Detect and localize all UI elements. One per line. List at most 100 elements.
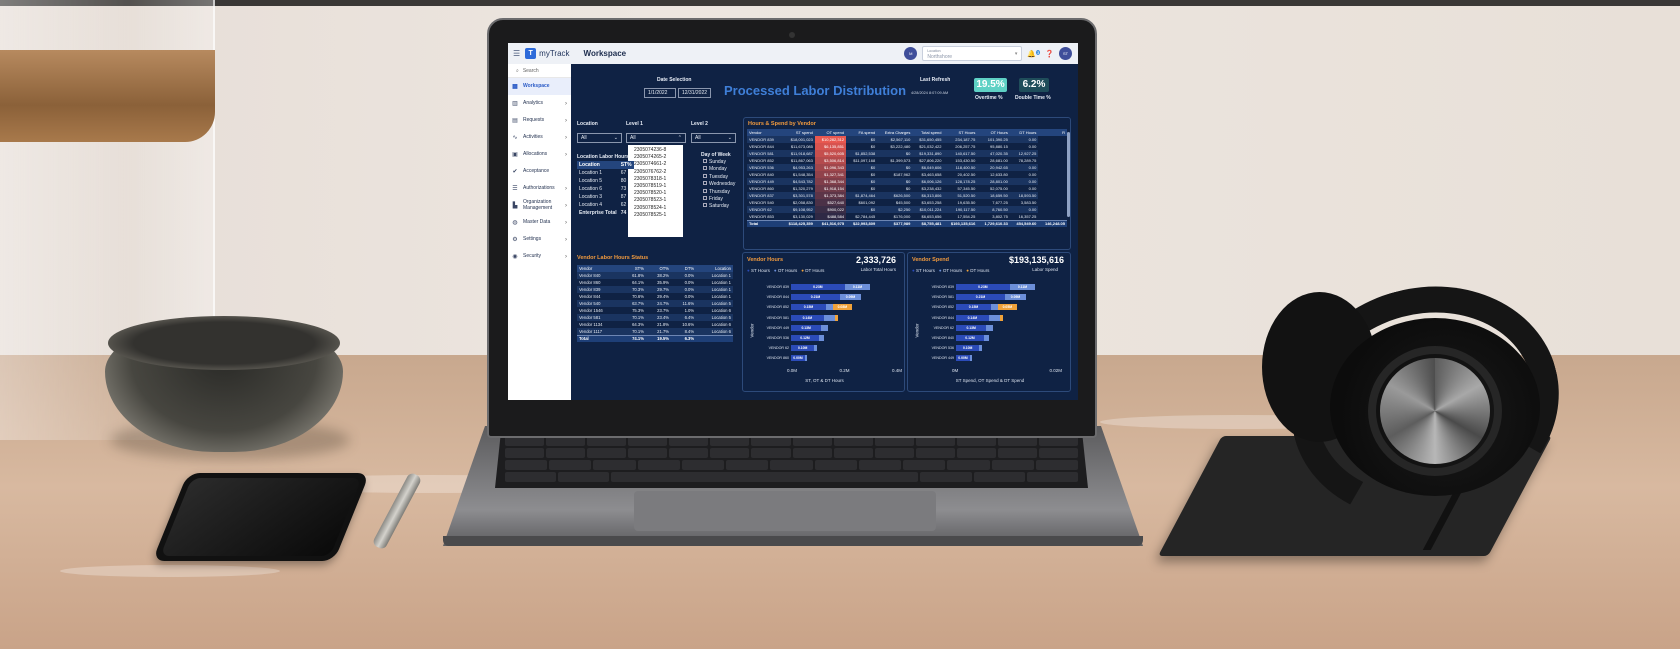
- day-checkbox[interactable]: Monday: [703, 166, 735, 173]
- bar-segment[interactable]: [1000, 314, 1003, 321]
- column-header[interactable]: ST spend: [781, 129, 815, 136]
- column-header[interactable]: OT%: [645, 265, 672, 272]
- day-checkbox[interactable]: Sunday: [703, 159, 735, 166]
- bar-segment[interactable]: 0.21M: [791, 294, 840, 301]
- date-from-input[interactable]: 1/1/2022: [644, 88, 676, 98]
- bar-segment[interactable]: [805, 355, 808, 362]
- sidebar-item-acceptance[interactable]: ✔ Acceptance: [508, 163, 571, 180]
- sidebar-item-activities[interactable]: ∿ Activities ›: [508, 129, 571, 146]
- table-row[interactable]: VENDOR 449 $4,543,782 $1,368,344 $0 $0 $6,006…: [747, 178, 1067, 185]
- table-row[interactable]: Vendor 581 70.1% 23.4% 6.4% Location 5: [577, 314, 733, 321]
- level1-option[interactable]: 2305074265-2: [634, 154, 677, 161]
- column-header[interactable]: DT%: [671, 265, 697, 272]
- column-header[interactable]: Vendor: [747, 129, 782, 136]
- bar-segment[interactable]: [814, 345, 817, 352]
- table-row[interactable]: VENDOR 840 $1,548,354 $1,327,341 $0 $187,962…: [747, 171, 1067, 178]
- table-row[interactable]: Vendor 1134 64.3% 21.8% 10.6% Location 6: [577, 321, 733, 328]
- bar-segment[interactable]: [986, 324, 994, 331]
- level1-filter-dropdown[interactable]: All ⌃: [626, 133, 686, 143]
- table-row[interactable]: VENDOR 853 $3,130,029 $488,584 $2,784,445 $1…: [747, 213, 1067, 220]
- table-row[interactable]: Vendor 1546 75.3% 23.7% 1.0% Location 6: [577, 307, 733, 314]
- bar-segment[interactable]: 0.05M: [998, 304, 1017, 311]
- table-row[interactable]: VENDOR 540 $2,058,830 $527,640 $601,092 $45,…: [747, 199, 1067, 206]
- location-selector[interactable]: Location Northshore ▾: [922, 46, 1023, 61]
- bar-segment[interactable]: [826, 304, 833, 311]
- day-checkbox[interactable]: Wednesday: [703, 181, 735, 188]
- table-row[interactable]: VENDOR 852 $11,867,063 $3,506,814 $11,097,1…: [747, 157, 1067, 164]
- bar-segment[interactable]: 0.13M: [791, 324, 822, 331]
- day-checkbox[interactable]: Tuesday: [703, 173, 735, 181]
- table-row[interactable]: Vendor 840 61.8% 38.2% 0.0% Location 1: [577, 272, 733, 279]
- level1-option[interactable]: 2305078520-1: [634, 190, 677, 197]
- column-header[interactable]: FA spend: [846, 129, 878, 136]
- column-header[interactable]: Location: [696, 265, 733, 272]
- sidebar-item-requests[interactable]: ▤ Requests ›: [508, 112, 571, 129]
- bar-segment[interactable]: [823, 314, 836, 321]
- day-checkbox[interactable]: Thursday: [703, 188, 735, 196]
- day-checkbox[interactable]: Saturday: [703, 203, 735, 210]
- menu-icon[interactable]: ☰: [513, 49, 520, 58]
- column-header[interactable]: ST%: [620, 265, 646, 272]
- table-row[interactable]: VENDOR 839 $18,001,023 $10,282,312 $0 $2,567…: [747, 136, 1067, 143]
- bar-segment[interactable]: 0.09M: [840, 294, 861, 301]
- table-row[interactable]: Vendor 844 70.6% 29.4% 0.0% Location 1: [577, 293, 733, 300]
- bar-segment[interactable]: 0.14M: [791, 314, 824, 321]
- column-header[interactable]: R: [1038, 129, 1067, 136]
- sidebar-item-workspace[interactable]: ▦ Workspace: [508, 78, 571, 95]
- table-row[interactable]: Location 1 67: [577, 169, 634, 177]
- table-row[interactable]: Vendor 860 64.1% 35.9% 0.0% Location 1: [577, 279, 733, 286]
- bar-segment[interactable]: [984, 335, 989, 341]
- bar-segment[interactable]: [988, 314, 1001, 321]
- bar-segment[interactable]: [835, 314, 838, 321]
- bar-segment[interactable]: 0.23M: [791, 284, 845, 290]
- column-header[interactable]: OT Hours: [977, 129, 1010, 136]
- date-to-input[interactable]: 12/31/2022: [678, 88, 711, 98]
- level1-option[interactable]: 2305078318-1: [634, 176, 677, 183]
- table-row[interactable]: Vendor 839 70.3% 29.7% 0.0% Location 1: [577, 286, 733, 293]
- table-row[interactable]: Location 6 73: [577, 185, 634, 193]
- table-scrollbar[interactable]: [1067, 132, 1070, 217]
- bar-segment[interactable]: 0.11M: [844, 284, 871, 290]
- table-row[interactable]: VENDOR 837 $3,301,578 $1,373,384 $1,874,464…: [747, 192, 1067, 199]
- bar-segment[interactable]: 0.15M: [956, 304, 991, 311]
- table-row[interactable]: Location 4 62: [577, 201, 634, 209]
- bar-segment[interactable]: 0.23M: [956, 284, 1010, 290]
- bar-segment[interactable]: 0.21M: [956, 294, 1005, 301]
- table-row[interactable]: VENDOR 536 $4,953,263 $1,096,343 $0 $0 $6,049…: [747, 164, 1067, 171]
- help-icon[interactable]: ❓: [1045, 50, 1054, 58]
- level2-filter-dropdown[interactable]: All ⌄: [691, 133, 736, 143]
- bar-segment[interactable]: 0.10M: [791, 345, 815, 352]
- user-avatar-icon[interactable]: M: [904, 47, 918, 60]
- sidebar-item-settings[interactable]: ⚙ Settings ›: [508, 231, 571, 248]
- level1-option[interactable]: 2305078524-1: [634, 205, 677, 212]
- profile-avatar-icon[interactable]: ST: [1059, 47, 1072, 60]
- bar-segment[interactable]: 0.00M: [791, 355, 805, 362]
- sidebar-item-master-data[interactable]: ◍ Master Data ›: [508, 214, 571, 231]
- bar-segment[interactable]: 0.13M: [956, 324, 987, 331]
- sidebar-item-analytics[interactable]: ▥ Analytics ›: [508, 95, 571, 112]
- bar-segment[interactable]: 0.00M: [956, 355, 970, 362]
- day-checkbox[interactable]: Friday: [703, 196, 735, 203]
- column-header[interactable]: ST%: [618, 161, 634, 169]
- level1-option[interactable]: 2305076762-2: [634, 169, 677, 176]
- bar-segment[interactable]: [979, 345, 982, 352]
- bar-segment[interactable]: 0.15M: [791, 304, 826, 311]
- table-row[interactable]: VENDOR 860 $1,320,279 $1,918,154 $0 $0 $3,238…: [747, 185, 1067, 192]
- column-header[interactable]: Extra Charges: [877, 129, 913, 136]
- bar-segment[interactable]: 0.14M: [956, 314, 989, 321]
- sidebar-search[interactable]: ⌕ Search: [508, 64, 571, 78]
- level1-option[interactable]: 2305074236-8: [634, 147, 677, 154]
- sidebar-item-allocations[interactable]: ▣ Allocations ›: [508, 146, 571, 163]
- bar-segment[interactable]: 0.09M: [1005, 294, 1026, 301]
- level1-option[interactable]: 2305074661-2: [634, 161, 677, 168]
- bar-segment[interactable]: [991, 304, 998, 311]
- table-row[interactable]: VENDOR 844 $11,673,085 $6,135,851 $0 $3,222,…: [747, 143, 1067, 150]
- table-row[interactable]: Vendor 1117 70.1% 21.7% 8.4% Location 6: [577, 328, 733, 335]
- location-filter-dropdown[interactable]: All ⌄: [577, 133, 622, 143]
- bar-segment[interactable]: [970, 355, 973, 362]
- table-row[interactable]: Location 3 87: [577, 193, 634, 201]
- bar-segment[interactable]: 0.12M: [791, 335, 819, 341]
- column-header[interactable]: OT spend: [814, 129, 847, 136]
- bar-segment[interactable]: 0.11M: [1009, 284, 1036, 290]
- bar-segment[interactable]: [819, 335, 824, 341]
